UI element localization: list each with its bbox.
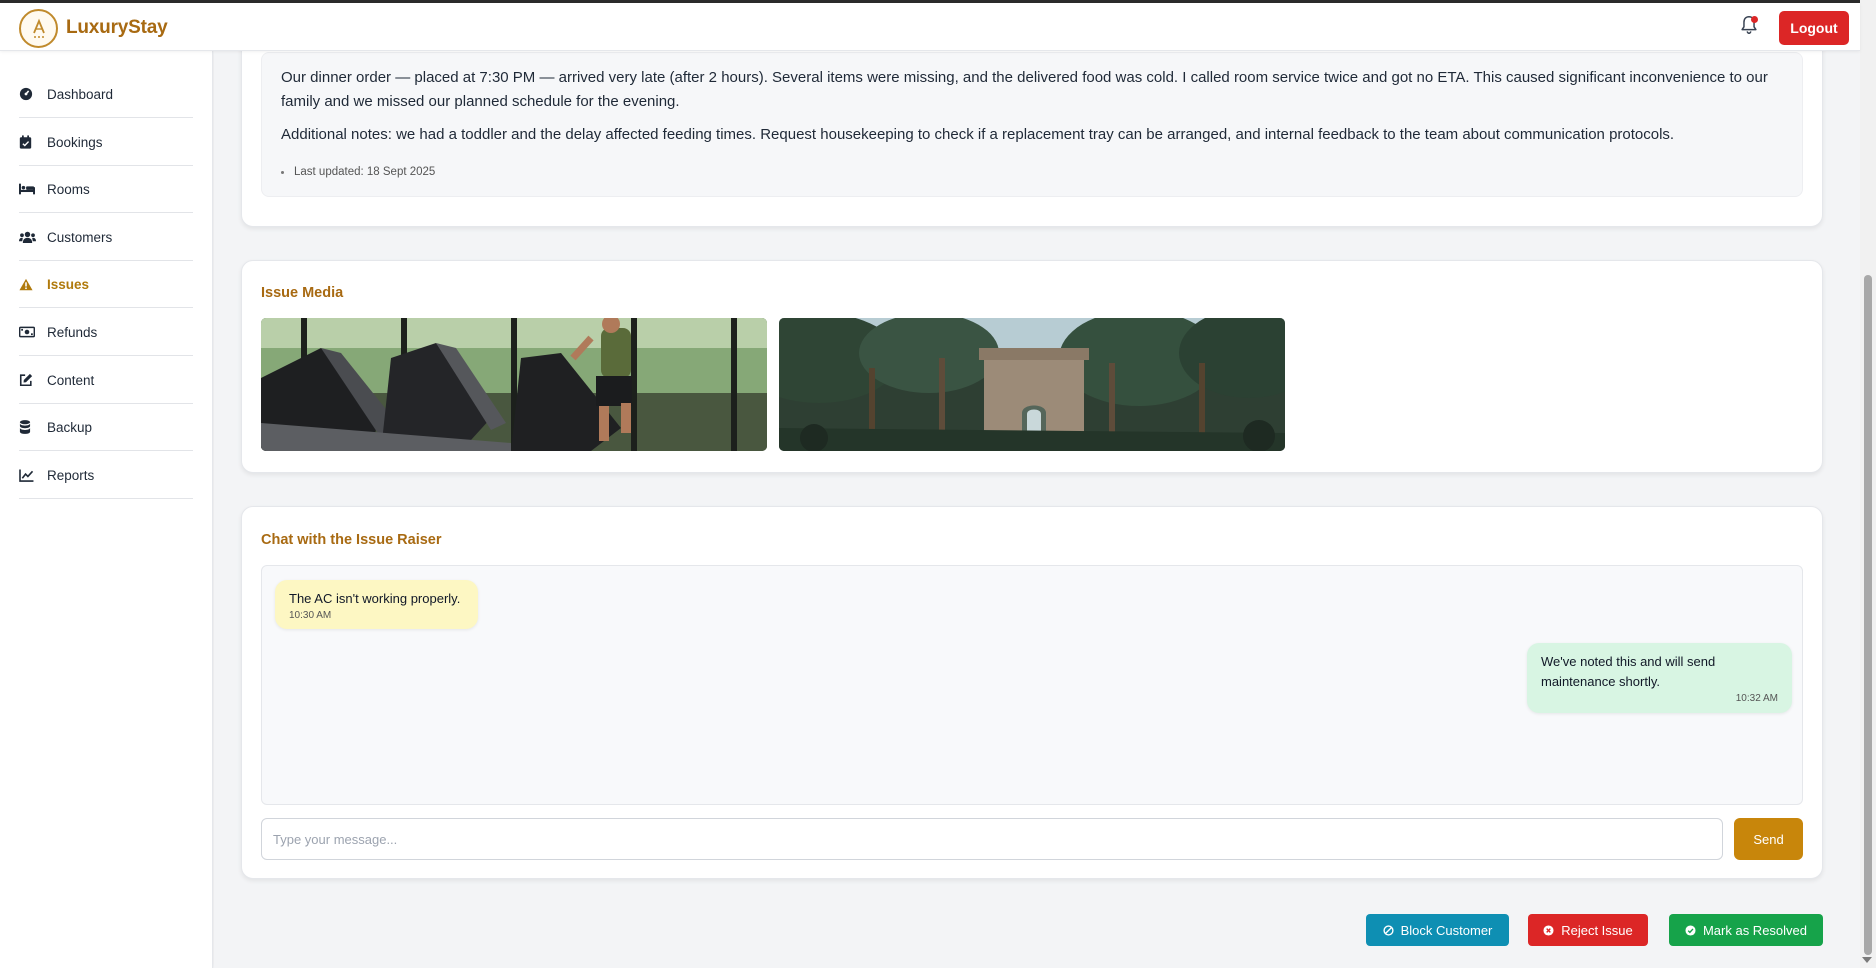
scroll-down-arrow-icon[interactable] xyxy=(1862,957,1872,963)
sidebar-item-backup[interactable]: Backup xyxy=(19,404,193,451)
top-header: LuxuryStay Logout xyxy=(0,3,1860,51)
sidebar-item-refunds[interactable]: Refunds xyxy=(19,309,193,356)
users-icon xyxy=(19,231,47,243)
issue-media-card: Issue Media xyxy=(241,260,1823,473)
message-time: 10:32 AM xyxy=(1735,693,1778,704)
sidebar-item-label: Refunds xyxy=(47,324,98,340)
sidebar-item-rooms[interactable]: Rooms xyxy=(19,166,193,213)
sidebar-item-reports[interactable]: Reports xyxy=(19,452,193,499)
notification-dot xyxy=(1751,16,1758,23)
sidebar-item-dashboard[interactable]: Dashboard xyxy=(19,71,193,118)
issue-description-text: Our dinner order — placed at 7:30 PM — a… xyxy=(281,69,1768,110)
chat-messages[interactable]: The AC isn't working properly. 10:30 AM … xyxy=(261,565,1803,805)
sidebar-item-label: Customers xyxy=(47,229,113,245)
mark-resolved-button[interactable]: Mark as Resolved xyxy=(1669,914,1823,946)
main-content: Our dinner order — placed at 7:30 PM — a… xyxy=(214,31,1860,968)
chat-card: Chat with the Issue Raiser The AC isn't … xyxy=(241,506,1823,879)
chat-message-incoming: The AC isn't working properly. 10:30 AM xyxy=(275,580,478,629)
sidebar-item-issues[interactable]: Issues xyxy=(19,261,193,308)
issue-description-card: Our dinner order — placed at 7:30 PM — a… xyxy=(241,31,1823,227)
issue-additional-notes: Additional notes: we had a toddler and t… xyxy=(281,126,1675,143)
palm-garden-image xyxy=(779,318,1285,451)
sidebar: Dashboard Bookings Rooms Customers Issue… xyxy=(0,51,213,968)
block-customer-label: Block Customer xyxy=(1400,922,1493,938)
sidebar-item-customers[interactable]: Customers xyxy=(19,214,193,261)
issue-media-title: Issue Media xyxy=(261,285,344,301)
message-text: We've noted this and will send maintenan… xyxy=(1541,654,1716,689)
sidebar-item-label: Backup xyxy=(47,419,93,435)
issue-media-image[interactable] xyxy=(779,318,1285,451)
sidebar-item-content[interactable]: Content xyxy=(19,357,193,404)
sidebar-item-label: Issues xyxy=(47,276,90,292)
calendar-check-icon xyxy=(19,135,47,149)
gym-treadmill-image xyxy=(261,318,767,451)
scrollbar-thumb[interactable] xyxy=(1864,275,1872,955)
bed-icon xyxy=(19,183,47,195)
brand-logo[interactable] xyxy=(19,9,58,48)
chat-title: Chat with the Issue Raiser xyxy=(261,532,442,548)
ban-icon xyxy=(1383,924,1394,936)
sidebar-item-label: Dashboard xyxy=(47,86,114,102)
bullet-icon xyxy=(281,170,284,174)
reject-issue-button[interactable]: Reject Issue xyxy=(1528,914,1648,946)
warning-triangle-icon xyxy=(19,278,47,291)
line-chart-icon xyxy=(19,468,47,482)
block-customer-button[interactable]: Block Customer xyxy=(1366,914,1509,946)
logo-icon xyxy=(32,18,45,38)
sidebar-item-label: Content xyxy=(47,372,95,388)
brand-name[interactable]: LuxuryStay xyxy=(66,17,168,39)
last-updated: Last updated: 18 Sept 2025 xyxy=(281,166,435,178)
database-icon xyxy=(19,420,47,434)
chat-message-input[interactable] xyxy=(261,818,1723,860)
money-bill-icon xyxy=(19,326,47,338)
edit-icon xyxy=(19,373,47,387)
logout-button[interactable]: Logout xyxy=(1779,11,1849,45)
issue-media-image[interactable] xyxy=(261,318,767,451)
sidebar-item-bookings[interactable]: Bookings xyxy=(19,119,193,166)
last-updated-text: Last updated: 18 Sept 2025 xyxy=(294,166,436,178)
check-circle-icon xyxy=(1685,924,1696,936)
reject-issue-label: Reject Issue xyxy=(1561,922,1633,938)
sidebar-item-label: Bookings xyxy=(47,134,103,150)
message-time: 10:30 AM xyxy=(289,610,332,621)
chat-message-outgoing: We've noted this and will send maintenan… xyxy=(1527,643,1792,713)
mark-resolved-label: Mark as Resolved xyxy=(1702,922,1808,938)
send-button[interactable]: Send xyxy=(1734,818,1803,860)
gauge-icon xyxy=(19,87,47,101)
message-text: The AC isn't working properly. xyxy=(289,591,461,606)
x-circle-icon xyxy=(1543,924,1554,936)
sidebar-item-label: Reports xyxy=(47,467,95,483)
sidebar-item-label: Rooms xyxy=(47,181,90,197)
issue-description-box: Our dinner order — placed at 7:30 PM — a… xyxy=(261,52,1803,197)
